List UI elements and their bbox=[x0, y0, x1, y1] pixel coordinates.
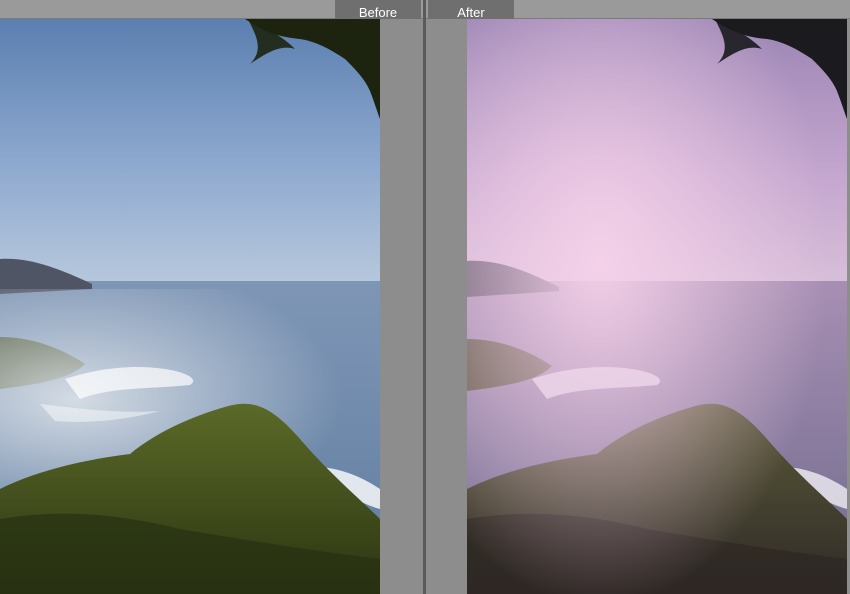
before-pane bbox=[0, 19, 423, 594]
after-pane bbox=[426, 19, 850, 594]
before-photo bbox=[0, 19, 380, 594]
after-photo bbox=[467, 19, 847, 594]
